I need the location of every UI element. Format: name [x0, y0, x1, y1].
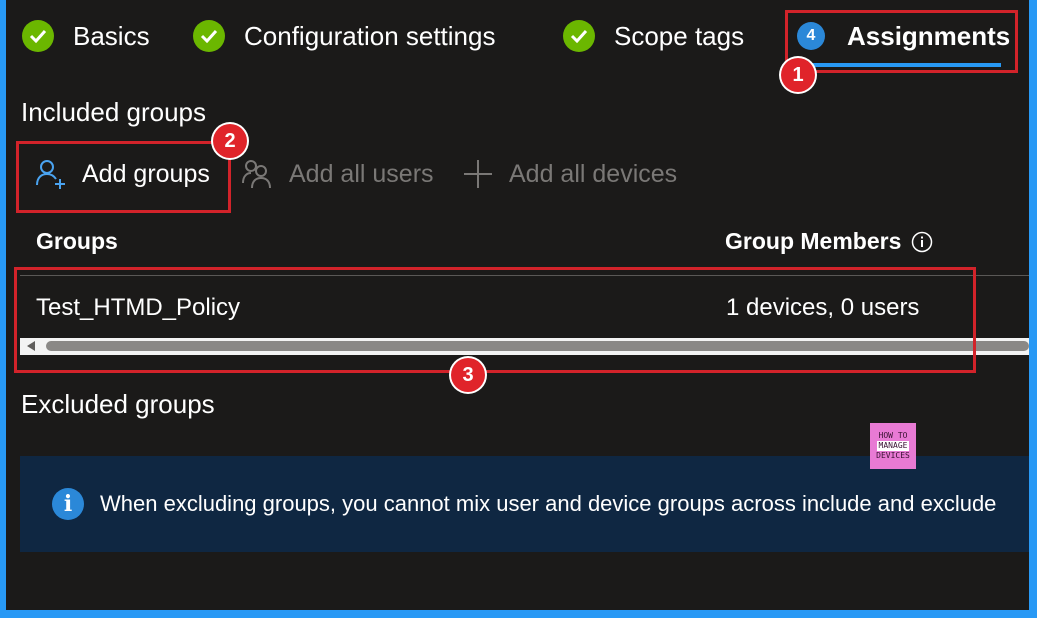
info-circle-icon: i [52, 488, 84, 520]
annotation-box-add-groups [16, 141, 231, 213]
annotation-badge-2: 2 [213, 124, 247, 158]
add-all-users-button[interactable]: Add all users [241, 152, 434, 196]
tab-label: Scope tags [614, 20, 745, 51]
tab-label: Configuration settings [244, 20, 496, 51]
add-all-users-label: Add all users [289, 159, 434, 188]
users-icon [242, 160, 271, 189]
annotation-box-assignments [785, 10, 1018, 73]
info-banner-text: When excluding groups, you cannot mix us… [100, 491, 997, 516]
tab-configuration-settings[interactable]: Configuration settings [193, 14, 495, 58]
assignments-page: Basics Configuration settings Scope tags… [6, 0, 1029, 610]
logo-line-2: MANAGE [876, 441, 910, 451]
column-header-groups[interactable]: Groups [36, 228, 118, 255]
column-header-group-members[interactable]: Group Members [725, 228, 933, 255]
check-circle-icon [563, 20, 595, 52]
add-all-devices-button[interactable]: Add all devices [461, 152, 677, 196]
annotation-badge-1: 1 [781, 58, 815, 92]
tab-basics[interactable]: Basics [22, 14, 150, 58]
add-all-devices-label: Add all devices [509, 159, 678, 188]
check-circle-icon [22, 20, 54, 52]
info-banner: i When excluding groups, you cannot mix … [20, 456, 1029, 552]
plus-icon [464, 160, 492, 188]
logo-line-1: HOW TO [878, 431, 908, 440]
excluded-groups-title: Excluded groups [21, 389, 215, 419]
included-groups-title: Included groups [21, 97, 207, 127]
info-icon[interactable] [911, 231, 933, 253]
column-header-label: Group Members [725, 228, 902, 254]
logo-line-3: DEVICES [876, 451, 910, 460]
check-circle-icon [193, 20, 225, 52]
tab-scope-tags[interactable]: Scope tags [563, 14, 744, 58]
annotation-box-group-row [14, 267, 976, 373]
tab-label: Basics [73, 20, 150, 51]
annotation-badge-3: 3 [451, 358, 485, 392]
htmd-logo: HOW TO MANAGE DEVICES [870, 423, 916, 469]
